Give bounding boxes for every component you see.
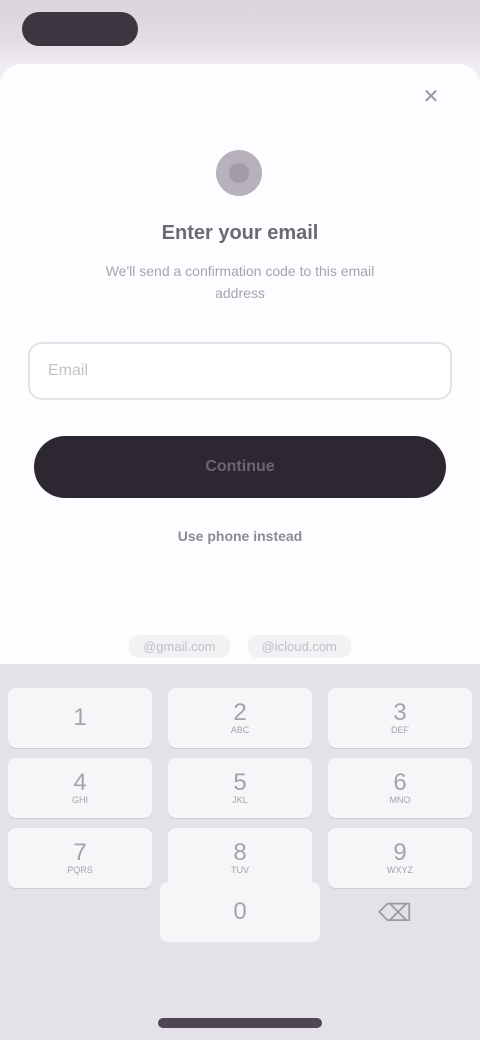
app-logo-icon [216, 150, 262, 196]
keyboard-row-2: 4 GHI 5 JKL 6 MNO [0, 758, 480, 818]
page-title: Enter your email [161, 222, 319, 244]
use-phone-link[interactable]: Use phone instead [0, 528, 480, 544]
key-digit: 9 [393, 838, 407, 866]
backspace-icon[interactable]: ⌫ [370, 898, 420, 930]
status-bar [0, 0, 480, 60]
home-indicator[interactable] [158, 1018, 322, 1028]
status-pill [22, 12, 138, 46]
key-digit: 4 [73, 768, 87, 796]
key-digit: 2 [233, 698, 247, 726]
key-letters: TUV [231, 865, 249, 876]
key-digit: 5 [233, 768, 247, 796]
key-digit: 3 [393, 698, 407, 726]
key-5[interactable]: 5 JKL [168, 758, 312, 818]
key-letters: DEF [391, 725, 409, 736]
page-subtitle: We'll send a confirmation code to this e… [105, 263, 375, 301]
key-letters: JKL [232, 795, 248, 806]
key-digit: 8 [233, 838, 247, 866]
key-digit: 7 [73, 838, 87, 866]
keyboard-bottom-row: 0 ⌫ [0, 882, 480, 952]
phone-screen: ✕ Enter your email We'll send a confirma… [0, 0, 480, 1040]
keyboard-row-1: 1 2 ABC 3 DEF [0, 688, 480, 748]
key-3[interactable]: 3 DEF [328, 688, 472, 748]
key-7[interactable]: 7 PQRS [8, 828, 152, 888]
key-1[interactable]: 1 [8, 688, 152, 748]
key-2[interactable]: 2 ABC [168, 688, 312, 748]
key-9[interactable]: 9 WXYZ [328, 828, 472, 888]
close-icon[interactable]: ✕ [420, 86, 442, 108]
key-4[interactable]: 4 GHI [8, 758, 152, 818]
email-input[interactable] [28, 342, 452, 400]
key-letters: GHI [71, 795, 88, 806]
suggestion-item[interactable]: @icloud.com [247, 634, 351, 658]
key-letters: WXYZ [387, 865, 413, 876]
continue-button[interactable]: Continue [34, 436, 446, 498]
key-digit: 1 [73, 703, 87, 731]
key-0[interactable]: 0 [160, 882, 320, 942]
key-letters: ABC [230, 725, 250, 736]
keyboard-row-3: 7 PQRS 8 TUV 9 WXYZ [0, 828, 480, 888]
key-letters: MNO [389, 795, 411, 806]
key-digit: 6 [393, 768, 407, 796]
key-8[interactable]: 8 TUV [168, 828, 312, 888]
keyboard-suggestion-bar: @gmail.com @icloud.com [0, 628, 480, 664]
key-6[interactable]: 6 MNO [328, 758, 472, 818]
suggestion-item[interactable]: @gmail.com [129, 634, 230, 658]
key-letters: PQRS [67, 865, 93, 876]
